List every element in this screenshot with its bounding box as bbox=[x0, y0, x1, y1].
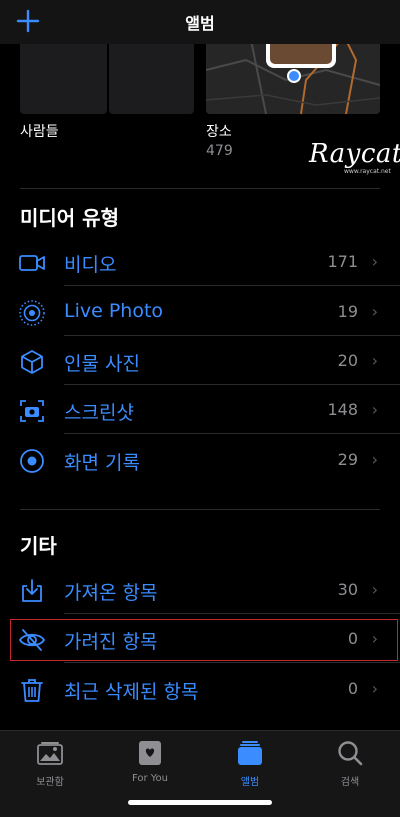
media-item-count: 171 bbox=[327, 252, 358, 271]
tab-albums[interactable]: 앨범 bbox=[200, 737, 300, 788]
chevron-right-icon: › bbox=[371, 580, 378, 599]
nav-bar: 앨범 bbox=[0, 0, 400, 44]
media-item-count: 29 bbox=[337, 450, 358, 469]
row-divider bbox=[64, 433, 400, 434]
media-item-label: Live Photo bbox=[64, 300, 164, 322]
chevron-right-icon: › bbox=[371, 252, 378, 271]
others-item-count: 0 bbox=[347, 679, 358, 698]
media-item-count: 20 bbox=[337, 351, 358, 370]
tab-library[interactable]: 보관함 bbox=[0, 737, 100, 788]
for-you-icon bbox=[139, 741, 161, 765]
media-item-count: 148 bbox=[327, 400, 358, 419]
tab-search[interactable]: 검색 bbox=[300, 737, 400, 788]
media-types-title: 미디어 유형 bbox=[20, 206, 119, 230]
others-item-label: 최근 삭제된 항목 bbox=[64, 681, 199, 703]
search-icon bbox=[338, 741, 363, 766]
row-divider bbox=[64, 662, 400, 663]
row-divider bbox=[64, 613, 400, 614]
screen-record-icon bbox=[20, 449, 44, 473]
highlight-box bbox=[10, 619, 398, 661]
media-item-label: 화면 기록 bbox=[64, 452, 140, 474]
others-item-imports[interactable]: 가져온 항목 30 › bbox=[0, 566, 400, 614]
import-icon bbox=[22, 579, 42, 602]
tab-label: 보관함 bbox=[36, 777, 64, 788]
watermark-logo: Raycat bbox=[309, 139, 400, 169]
media-item-label: 비디오 bbox=[64, 254, 117, 276]
others-item-recently-deleted[interactable]: 최근 삭제된 항목 0 › bbox=[0, 665, 400, 713]
trash-icon bbox=[21, 679, 43, 702]
media-item-label: 인물 사진 bbox=[64, 353, 140, 375]
section-divider bbox=[20, 509, 380, 510]
watermark-url: www.raycat.net bbox=[344, 168, 391, 175]
media-item-portrait[interactable]: 인물 사진 20 › bbox=[0, 337, 400, 385]
screenshot-icon bbox=[20, 400, 44, 422]
media-item-video[interactable]: 비디오 171 › bbox=[0, 238, 400, 286]
albums-icon bbox=[238, 741, 262, 765]
media-item-count: 19 bbox=[337, 302, 358, 321]
library-icon bbox=[37, 742, 63, 765]
places-album-count: 479 bbox=[206, 143, 233, 159]
chevron-right-icon: › bbox=[371, 302, 378, 321]
others-title: 기타 bbox=[20, 534, 57, 558]
tab-for-you[interactable]: For You bbox=[100, 737, 200, 787]
live-photo-icon bbox=[19, 300, 45, 326]
people-album-label: 사람들 bbox=[20, 124, 59, 140]
chevron-right-icon: › bbox=[371, 450, 378, 469]
video-icon bbox=[19, 255, 45, 271]
others-item-label: 가져온 항목 bbox=[64, 582, 158, 604]
tab-label: 검색 bbox=[340, 777, 360, 788]
media-item-screen-recordings[interactable]: 화면 기록 29 › bbox=[0, 436, 400, 484]
row-divider bbox=[64, 384, 400, 385]
cube-icon bbox=[21, 350, 43, 374]
page-title: 앨범 bbox=[185, 14, 215, 33]
section-divider bbox=[20, 188, 380, 189]
chevron-right-icon: › bbox=[371, 679, 378, 698]
chevron-right-icon: › bbox=[371, 351, 378, 370]
chevron-right-icon: › bbox=[371, 400, 378, 419]
media-item-live-photo[interactable]: Live Photo 19 › bbox=[0, 288, 400, 336]
media-item-label: 스크린샷 bbox=[64, 402, 134, 424]
tab-label: For You bbox=[131, 773, 169, 784]
home-indicator[interactable] bbox=[128, 800, 272, 805]
row-divider bbox=[64, 335, 400, 336]
places-album-label: 장소 bbox=[206, 124, 232, 140]
media-item-screenshots[interactable]: 스크린샷 148 › bbox=[0, 386, 400, 434]
tab-label: 앨범 bbox=[240, 777, 260, 788]
others-item-count: 30 bbox=[337, 580, 358, 599]
row-divider bbox=[64, 285, 400, 286]
